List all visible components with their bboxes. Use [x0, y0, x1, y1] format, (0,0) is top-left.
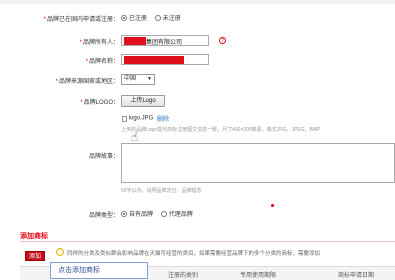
registered-row: *品牌已在国内申请或注册： 已注册 未注册: [0, 11, 395, 25]
chevron-down-icon: ▼: [147, 76, 152, 82]
column-header: 商标申请日期: [338, 273, 375, 279]
logo-file: logo.JPG 删除: [122, 114, 169, 123]
brand-type-row: 品牌类型： 自有品牌 代理品牌: [0, 207, 395, 221]
brand-name-row: *品牌名称：: [0, 53, 395, 67]
registered-yes-label[interactable]: 已注册: [129, 16, 147, 22]
registered-label: *品牌已在国内申请或注册：: [43, 17, 119, 23]
section-title: 添加商标: [20, 233, 48, 240]
registered-yes-radio[interactable]: [121, 14, 127, 21]
owner-input[interactable]: 集团有限公司: [121, 35, 209, 46]
agent-brand-radio[interactable]: [160, 210, 167, 217]
origin-select[interactable]: 中国 ▼: [121, 74, 155, 85]
hand-cursor-icon: ☝: [131, 130, 139, 144]
registered-options: 已注册 未注册: [121, 13, 187, 27]
origin-row: *品牌来源国家或地区： 中国 ▼: [0, 73, 395, 87]
owner-value: 集团有限公司: [146, 40, 183, 46]
brand-type-options: 自有品牌 代理品牌: [121, 209, 199, 223]
lightbulb-icon: !: [56, 248, 64, 256]
registered-no-radio[interactable]: [154, 14, 161, 21]
column-header: 注册的类别: [168, 273, 199, 279]
logo-file-name: logo.JPG: [128, 115, 154, 122]
logo-row: *品牌LOGO： 上传Logo: [0, 94, 395, 108]
brand-name-label: *品牌名称：: [85, 59, 119, 65]
story-label: 品牌故事：: [88, 154, 119, 160]
marker-dot: [271, 204, 274, 207]
brand-type-label: 品牌类型：: [88, 213, 119, 219]
origin-label: *品牌来源国家或地区：: [55, 79, 119, 85]
top-border: [0, 0, 395, 4]
logo-hint: 上传的品牌Logo需与商标注册图文信息一致，尺寸400×200像素，格式JPG，…: [121, 127, 321, 133]
owner-label: *品牌所有人：: [79, 40, 119, 46]
story-hint: 50字以内，说明品牌定位、品牌理念: [121, 188, 202, 194]
own-brand-radio[interactable]: [121, 210, 127, 217]
add-trademark-tip: 同样的分类及类似群会影响品牌在天猫可经营的类目，如果需要经营品牌下的多个分类的商…: [67, 251, 321, 257]
redaction-mark: [124, 37, 146, 45]
agent-brand-label[interactable]: 代理品牌: [169, 212, 193, 218]
column-header: 专用使用期限: [240, 273, 277, 279]
help-icon[interactable]: ?: [219, 37, 226, 44]
own-brand-label[interactable]: 自有品牌: [129, 212, 153, 218]
logo-label: *品牌LOGO：: [80, 100, 119, 106]
origin-value: 中国: [124, 76, 137, 82]
file-icon: [122, 115, 127, 122]
upload-logo-button[interactable]: 上传Logo: [121, 95, 165, 107]
story-textarea[interactable]: [121, 143, 395, 183]
registered-no-label[interactable]: 未注册: [163, 16, 181, 22]
section-divider: [20, 241, 395, 242]
add-trademark-button[interactable]: 添加: [25, 251, 45, 261]
owner-row: *品牌所有人： 集团有限公司 ?: [0, 34, 395, 48]
callout-note: 点击添加商标: [50, 262, 148, 279]
brand-name-input[interactable]: [121, 54, 209, 65]
delete-logo-link[interactable]: 删除: [157, 117, 169, 123]
redaction-mark: [124, 56, 184, 64]
